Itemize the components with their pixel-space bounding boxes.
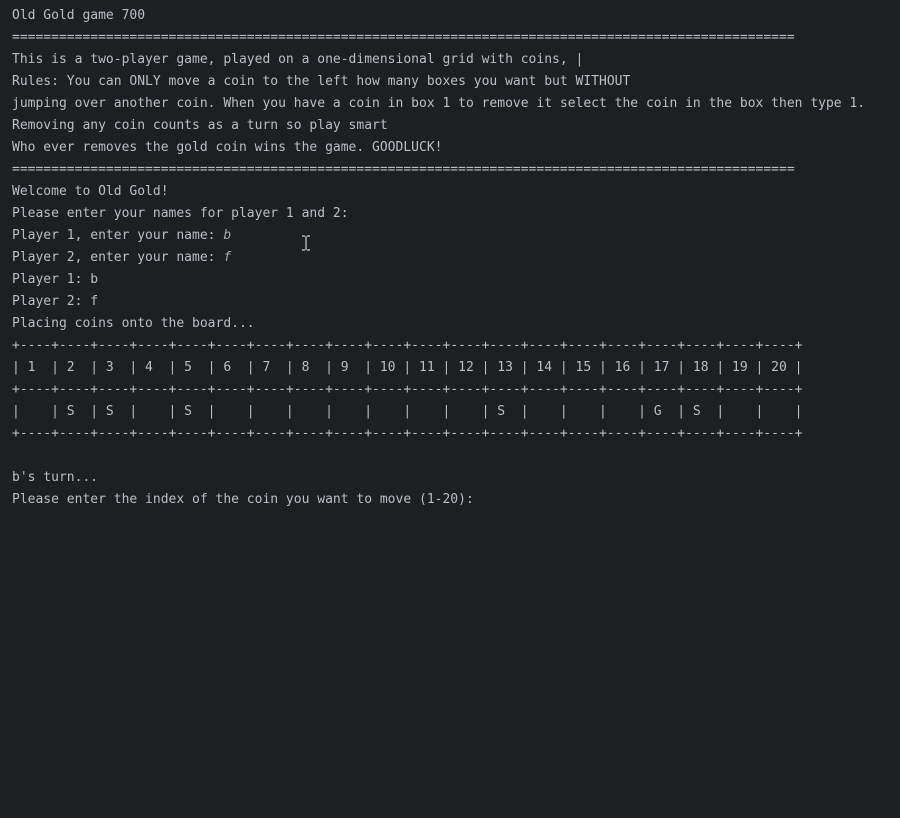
rules-line-2: jumping over another coin. When you have… xyxy=(12,96,866,111)
separator-top: ========================================… xyxy=(12,30,795,45)
game-title: Old Gold game 700 xyxy=(12,8,146,23)
rules-line-3: Removing any coin counts as a turn so pl… xyxy=(12,118,388,133)
board-border-middle: +----+----+----+----+----+----+----+----… xyxy=(12,382,803,397)
welcome-text: Welcome to Old Gold! xyxy=(12,184,169,199)
move-prompt: Please enter the index of the coin you w… xyxy=(12,492,474,507)
intro-text: This is a two-player game, played on a o… xyxy=(12,52,584,67)
names-prompt: Please enter your names for player 1 and… xyxy=(12,206,349,221)
console-output[interactable]: Old Gold game 700 ======================… xyxy=(0,0,900,818)
player2-confirm: Player 2: f xyxy=(12,294,99,309)
rules-line-4: Who ever removes the gold coin wins the … xyxy=(12,140,443,155)
placing-coins-text: Placing coins onto the board... xyxy=(12,316,255,331)
board-border-top: +----+----+----+----+----+----+----+----… xyxy=(12,338,803,353)
turn-text: b's turn... xyxy=(12,470,99,485)
rules-line-1: Rules: You can ONLY move a coin to the l… xyxy=(12,74,631,89)
player1-name-line: Player 1, enter your name: b xyxy=(12,225,900,247)
text-cursor-icon xyxy=(301,235,311,251)
board-border-bottom: +----+----+----+----+----+----+----+----… xyxy=(12,426,803,441)
player2-prompt: Player 2, enter your name: xyxy=(12,250,224,265)
player1-input: b xyxy=(223,228,232,243)
separator-bottom: ========================================… xyxy=(12,162,795,177)
board-coin-row: | | S | S | | S | | | | | | | | S | | | … xyxy=(12,404,803,419)
player2-input: f xyxy=(223,250,232,265)
player2-name-line: Player 2, enter your name: f xyxy=(12,247,900,269)
board-index-row: | 1 | 2 | 3 | 4 | 5 | 6 | 7 | 8 | 9 | 10… xyxy=(12,360,803,375)
player1-prompt: Player 1, enter your name: xyxy=(12,228,224,243)
player1-confirm: Player 1: b xyxy=(12,272,99,287)
